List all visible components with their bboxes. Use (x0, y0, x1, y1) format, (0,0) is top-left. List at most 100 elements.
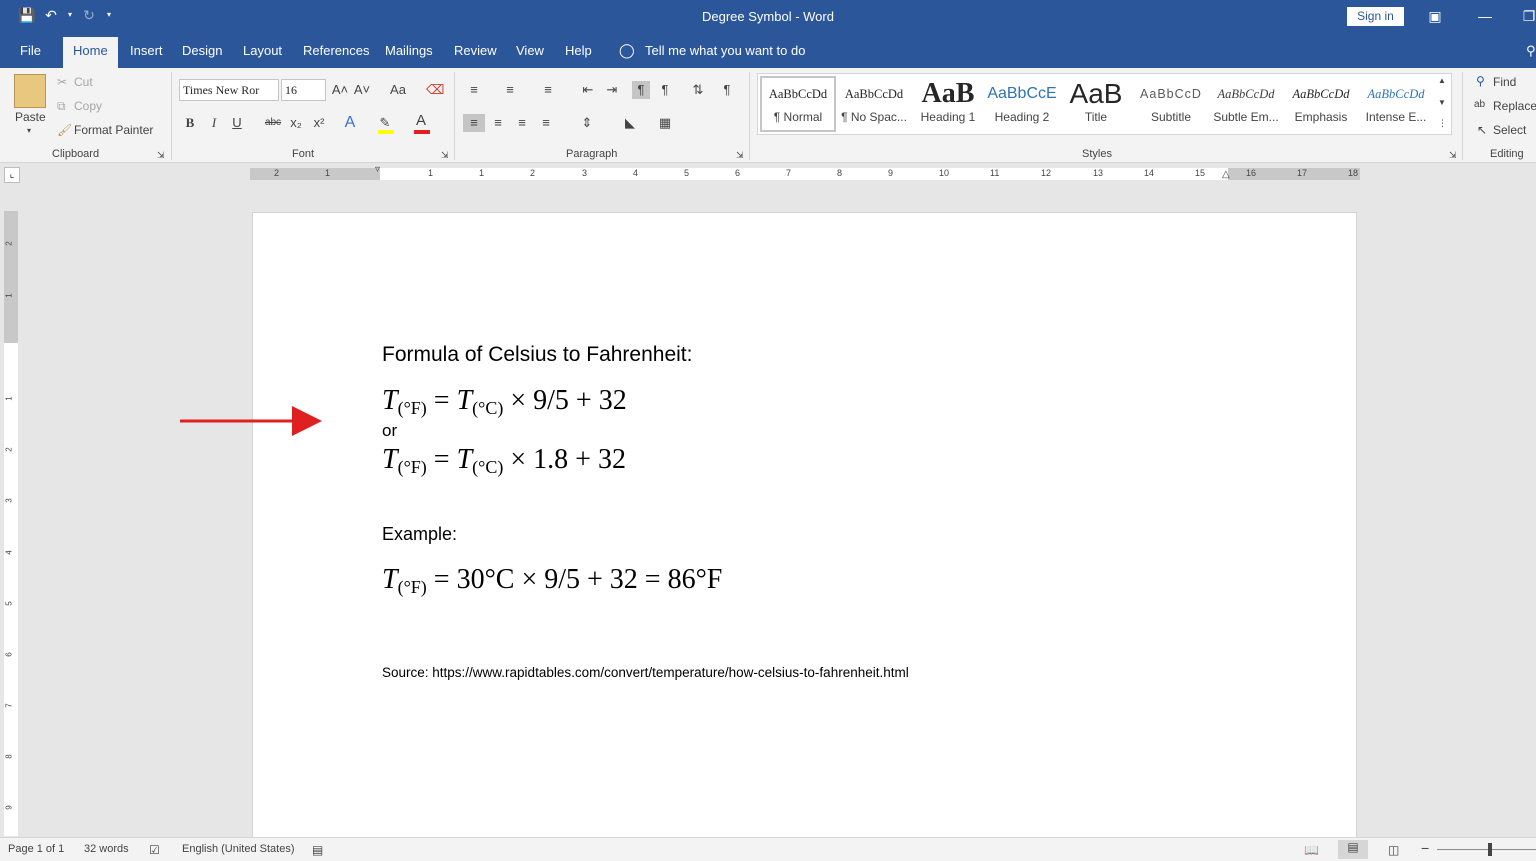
styles-scroll-up-icon[interactable]: ▲ (1438, 76, 1446, 85)
subscript-button[interactable]: x₂ (287, 114, 305, 132)
change-case-button[interactable]: Aa (385, 81, 411, 99)
zoom-out-icon[interactable]: − (1421, 840, 1429, 856)
font-size-combo[interactable]: 16 (281, 79, 326, 101)
web-layout-icon[interactable]: ◫ (1388, 843, 1399, 857)
style-title[interactable]: AaB Title (1058, 78, 1134, 134)
style-preview: AaBbCcDd (768, 87, 828, 101)
restore-icon[interactable]: ❐ (1518, 6, 1536, 26)
italic-button[interactable]: I (205, 114, 223, 132)
word-count[interactable]: 32 words (84, 843, 129, 855)
styles-more-icon[interactable]: ⋮ (1438, 118, 1447, 129)
borders-icon[interactable]: ▦ (656, 114, 674, 132)
decrease-indent-icon[interactable]: ⇤ (579, 81, 597, 99)
divider (1462, 72, 1463, 160)
indent-marker-icon[interactable]: ▿ (375, 164, 380, 175)
tab-view[interactable]: View (516, 43, 544, 58)
style-subtitle[interactable]: AaBbCcD Subtitle (1133, 78, 1209, 134)
formula-operator: = (426, 385, 457, 416)
superscript-button[interactable]: x² (310, 114, 328, 132)
right-indent-icon[interactable]: △ (1222, 169, 1230, 180)
print-layout-icon[interactable]: ▤ (1338, 840, 1368, 859)
paste-dropdown-icon[interactable]: ▾ (27, 126, 31, 135)
styles-launcher-icon[interactable]: ⇲ (1449, 150, 1457, 161)
ruler-top-margin (4, 211, 18, 343)
document-page[interactable]: Formula of Celsius to Fahrenheit: T(°F) … (252, 212, 1357, 838)
divider (171, 72, 172, 160)
tell-me-box[interactable]: Tell me what you want to do (645, 43, 805, 58)
style-subtle-emphasis[interactable]: AaBbCcDd Subtle Em... (1208, 78, 1284, 134)
zoom-slider[interactable] (1437, 849, 1536, 850)
search-icon[interactable]: ⚲ (1526, 43, 1536, 59)
page-count[interactable]: Page 1 of 1 (8, 843, 64, 855)
ltr-icon[interactable]: ¶ (632, 81, 650, 99)
paste-icon[interactable] (14, 74, 46, 108)
sign-in-button[interactable]: Sign in (1347, 7, 1404, 26)
style-heading-2[interactable]: AaBbCcE Heading 2 (984, 78, 1060, 134)
grow-font-button[interactable]: A˄ (331, 81, 349, 99)
style-name: Intense E... (1365, 110, 1427, 124)
clear-formatting-icon[interactable]: ⌫ (426, 81, 444, 99)
increase-indent-icon[interactable]: ⇥ (603, 81, 621, 99)
tab-design[interactable]: Design (182, 43, 222, 58)
style-no-spacing[interactable]: AaBbCcDd ¶ No Spac... (836, 78, 912, 134)
language-status[interactable]: English (United States) (182, 843, 295, 855)
align-center-icon[interactable]: ≡ (489, 114, 507, 132)
font-color-icon[interactable]: A (412, 112, 430, 130)
style-name: Heading 2 (994, 110, 1050, 124)
sort-icon[interactable]: ⇅ (689, 81, 707, 99)
cut-button[interactable]: Cut (74, 75, 93, 89)
style-emphasis[interactable]: AaBbCcDd Emphasis (1283, 78, 1359, 134)
styles-scroll-down-icon[interactable]: ▼ (1438, 98, 1446, 107)
bold-button[interactable]: B (181, 114, 199, 132)
style-preview: AaBbCcE (987, 85, 1057, 102)
paragraph-launcher-icon[interactable]: ⇲ (736, 150, 744, 161)
text-effects-icon[interactable]: A (341, 114, 359, 132)
ribbon-display-options-icon[interactable]: ▣ (1424, 6, 1446, 26)
tab-insert[interactable]: Insert (130, 43, 163, 58)
find-button[interactable]: Find (1493, 75, 1516, 89)
rtl-icon[interactable]: ¶ (656, 81, 674, 99)
minimize-icon[interactable]: — (1474, 6, 1496, 26)
underline-button[interactable]: U (228, 114, 246, 132)
justify-icon[interactable]: ≡ (537, 114, 555, 132)
font-launcher-icon[interactable]: ⇲ (441, 150, 449, 161)
replace-button[interactable]: Replace (1493, 99, 1536, 113)
zoom-slider-thumb[interactable] (1488, 843, 1492, 856)
shrink-font-button[interactable]: A˅ (353, 81, 371, 99)
copy-button[interactable]: Copy (74, 99, 102, 113)
title-bar: 💾 ↶ ▾ ↻ ▾ Degree Symbol - Word Sign in ▣… (0, 0, 1536, 34)
tab-file[interactable]: File (20, 43, 41, 58)
ribbon: Paste ▾ ✂ Cut ⧉ Copy 🖌 Format Painter Cl… (0, 68, 1536, 163)
strikethrough-button[interactable]: abc (262, 114, 284, 132)
style-intense-emphasis[interactable]: AaBbCcDd Intense E... (1358, 78, 1434, 134)
style-name: Title (1084, 110, 1108, 124)
tab-review[interactable]: Review (454, 43, 497, 58)
tab-references[interactable]: References (303, 43, 369, 58)
tab-selector-icon[interactable]: ⌞ (4, 167, 20, 183)
macro-icon[interactable]: ▤ (312, 843, 323, 857)
proofing-icon[interactable]: ☑ (149, 843, 160, 857)
tab-layout[interactable]: Layout (243, 43, 282, 58)
style-normal[interactable]: AaBbCcDd ¶ Normal (760, 76, 836, 132)
paste-button[interactable]: Paste (15, 110, 46, 124)
shading-icon[interactable]: ◣ (621, 114, 639, 132)
line-spacing-icon[interactable]: ⇕ (578, 114, 596, 132)
formula-variable: T (382, 385, 398, 416)
format-painter-button[interactable]: Format Painter (74, 123, 153, 137)
font-name-combo[interactable]: Times New Ror (179, 79, 279, 101)
align-left-icon[interactable]: ≡ (463, 114, 485, 132)
tab-home[interactable]: Home (63, 37, 118, 68)
numbering-icon[interactable]: ≡ (501, 81, 519, 99)
show-formatting-icon[interactable]: ¶ (718, 81, 736, 99)
multilevel-list-icon[interactable]: ≡ (539, 81, 557, 99)
ruler-number: 9 (888, 168, 894, 178)
tab-mailings[interactable]: Mailings (385, 43, 433, 58)
style-heading-1[interactable]: AaB Heading 1 (910, 78, 986, 134)
select-button[interactable]: Select (1493, 123, 1526, 137)
bullets-icon[interactable]: ≡ (465, 81, 483, 99)
align-right-icon[interactable]: ≡ (513, 114, 531, 132)
tab-help[interactable]: Help (565, 43, 592, 58)
style-preview: AaBbCcDd (1367, 87, 1425, 101)
clipboard-launcher-icon[interactable]: ⇲ (157, 150, 165, 161)
read-mode-icon[interactable]: 📖 (1304, 843, 1319, 857)
